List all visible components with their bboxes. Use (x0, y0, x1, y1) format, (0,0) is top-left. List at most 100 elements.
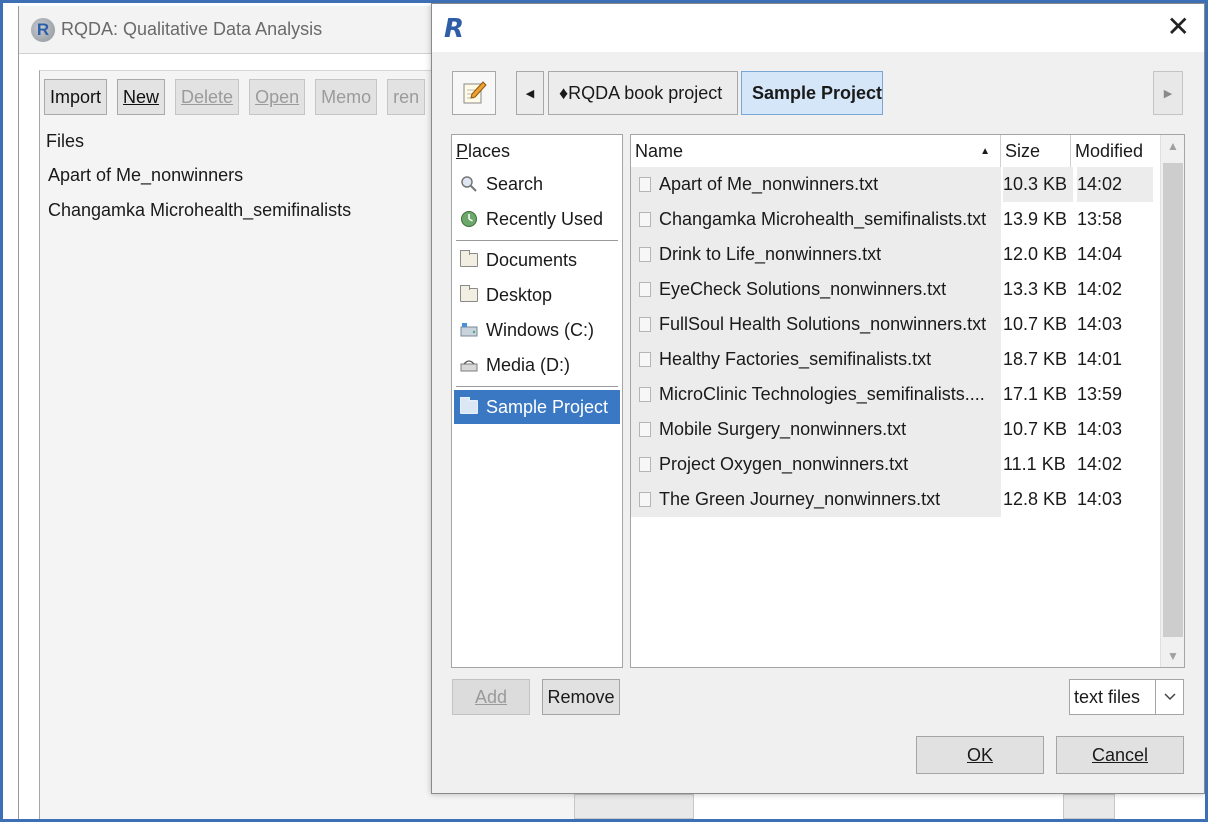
text-file-icon (639, 247, 651, 262)
file-name: FullSoul Health Solutions_nonwinners.txt (659, 314, 987, 334)
files-label: Files (46, 131, 85, 151)
file-modified: 13:59 (1077, 384, 1123, 404)
file-name: The Green Journey_nonwinners.txt (659, 489, 941, 509)
text-file-icon (639, 457, 651, 472)
place-media-drive[interactable]: Media (D:) (454, 348, 620, 382)
file-modified: 14:02 (1077, 454, 1123, 474)
vertical-scrollbar[interactable]: ▲ ▼ (1160, 135, 1184, 667)
memo-button[interactable]: Memo (315, 79, 378, 115)
column-header-label: Name (635, 140, 684, 161)
file-row[interactable]: Project Oxygen_nonwinners.txt 11.1 KB 14… (631, 447, 1153, 482)
place-recently-used[interactable]: Recently Used (454, 202, 620, 236)
rename-button[interactable]: ren (387, 79, 426, 115)
file-row[interactable]: Healthy Factories_semifinalists.txt 18.7… (631, 342, 1153, 377)
column-header-modified[interactable]: Modified (1071, 135, 1157, 167)
file-row[interactable]: The Green Journey_nonwinners.txt 12.8 KB… (631, 482, 1153, 517)
add-button-label: Add (474, 686, 508, 707)
main-file-list: Apart of Me_nonwinners Changamka Microhe… (48, 164, 351, 234)
remove-bookmark-button[interactable]: Remove (542, 679, 620, 715)
text-file-icon (639, 387, 651, 402)
file-chooser-dialog: R ✕ ◀ ♦RQDA book project Sample Project … (431, 3, 1205, 794)
places-panel: Places Search Recently Used Documents De… (451, 134, 623, 668)
path-crumb-parent[interactable]: ♦RQDA book project (548, 71, 738, 115)
column-header-name[interactable]: Name ▲ (631, 135, 1001, 167)
text-file-icon (639, 317, 651, 332)
dialog-titlebar: R ✕ (432, 4, 1204, 52)
cancel-button-label: Cancel (1091, 744, 1149, 765)
close-button[interactable]: ✕ (1167, 12, 1190, 42)
path-back-button[interactable]: ◀ (516, 71, 544, 115)
text-file-icon (639, 352, 651, 367)
file-modified: 14:03 (1077, 489, 1123, 509)
drive-icon (458, 320, 480, 340)
places-separator (456, 240, 618, 241)
place-documents[interactable]: Documents (454, 243, 620, 277)
search-icon (458, 174, 480, 194)
file-size: 17.1 KB (1003, 384, 1068, 404)
file-modified: 13:58 (1077, 209, 1123, 229)
remove-button-label: Remove (547, 686, 615, 707)
file-size: 12.0 KB (1003, 244, 1068, 264)
place-search[interactable]: Search (454, 167, 620, 201)
path-forward-button[interactable]: ▶ (1153, 71, 1183, 115)
arrow-right-icon: ▶ (1163, 87, 1173, 100)
new-button[interactable]: New (117, 79, 166, 115)
arrow-left-icon: ◀ (525, 87, 535, 100)
r-app-icon: R (444, 14, 465, 44)
file-size: 18.7 KB (1003, 349, 1068, 369)
file-modified: 14:01 (1077, 349, 1123, 369)
edit-location-button[interactable] (452, 71, 496, 115)
file-row[interactable]: EyeCheck Solutions_nonwinners.txt 13.3 K… (631, 272, 1153, 307)
place-label: Media (D:) (486, 354, 571, 375)
cancel-button[interactable]: Cancel (1056, 736, 1184, 774)
main-file-item[interactable]: Apart of Me_nonwinners (48, 164, 351, 199)
text-file-icon (639, 177, 651, 192)
path-crumb-current[interactable]: Sample Project (741, 71, 883, 115)
import-button[interactable]: Import (44, 79, 108, 115)
text-file-icon (639, 282, 651, 297)
file-row[interactable]: Drink to Life_nonwinners.txt 12.0 KB 14:… (631, 237, 1153, 272)
place-label: Search (486, 173, 544, 194)
file-name: MicroClinic Technologies_semifinalists..… (659, 384, 985, 404)
file-row[interactable]: MicroClinic Technologies_semifinalists..… (631, 377, 1153, 412)
place-label: Recently Used (486, 208, 604, 229)
column-header-size[interactable]: Size (1001, 135, 1071, 167)
file-list-panel: Name ▲ Size Modified Apart of Me_nonwinn… (630, 134, 1185, 668)
background-widget (574, 794, 694, 819)
open-button[interactable]: Open (249, 79, 306, 115)
file-size: 11.1 KB (1003, 454, 1066, 474)
file-size: 13.3 KB (1003, 279, 1068, 299)
scroll-down-icon[interactable]: ▼ (1161, 649, 1184, 663)
places-header-accel: P (456, 141, 469, 161)
clock-icon (458, 209, 480, 229)
ok-button[interactable]: OK (916, 736, 1044, 774)
filter-value: text files (1074, 686, 1141, 707)
place-desktop[interactable]: Desktop (454, 278, 620, 312)
places-separator (456, 386, 618, 387)
drive-icon (458, 355, 480, 375)
r-logo-icon: R (31, 17, 55, 42)
folder-icon (458, 397, 480, 417)
text-file-icon (639, 492, 651, 507)
scroll-up-icon[interactable]: ▲ (1161, 139, 1184, 153)
file-type-filter-select[interactable]: text files (1069, 679, 1184, 715)
place-sample-project[interactable]: Sample Project (454, 390, 620, 424)
place-windows-drive[interactable]: Windows (C:) (454, 313, 620, 347)
main-toolbar: Import New Delete Open Memo ren (44, 79, 426, 115)
background-widget (1063, 794, 1115, 819)
file-name: Apart of Me_nonwinners.txt (659, 174, 879, 194)
file-row[interactable]: Mobile Surgery_nonwinners.txt 10.7 KB 14… (631, 412, 1153, 447)
folder-icon (458, 250, 480, 270)
main-file-item[interactable]: Changamka Microhealth_semifinalists (48, 199, 351, 234)
ok-button-label: OK (966, 744, 993, 765)
file-row[interactable]: FullSoul Health Solutions_nonwinners.txt… (631, 307, 1153, 342)
add-bookmark-button[interactable]: Add (452, 679, 530, 715)
file-row[interactable]: Changamka Microhealth_semifinalists.txt … (631, 202, 1153, 237)
file-size: 13.9 KB (1003, 209, 1068, 229)
delete-button[interactable]: Delete (175, 79, 240, 115)
place-label: Sample Project (486, 396, 609, 417)
file-row[interactable]: Apart of Me_nonwinners.txt 10.3 KB 14:02 (631, 167, 1153, 202)
sort-ascending-icon: ▲ (980, 145, 990, 157)
place-label: Desktop (486, 284, 553, 305)
scrollbar-thumb[interactable] (1163, 163, 1183, 637)
